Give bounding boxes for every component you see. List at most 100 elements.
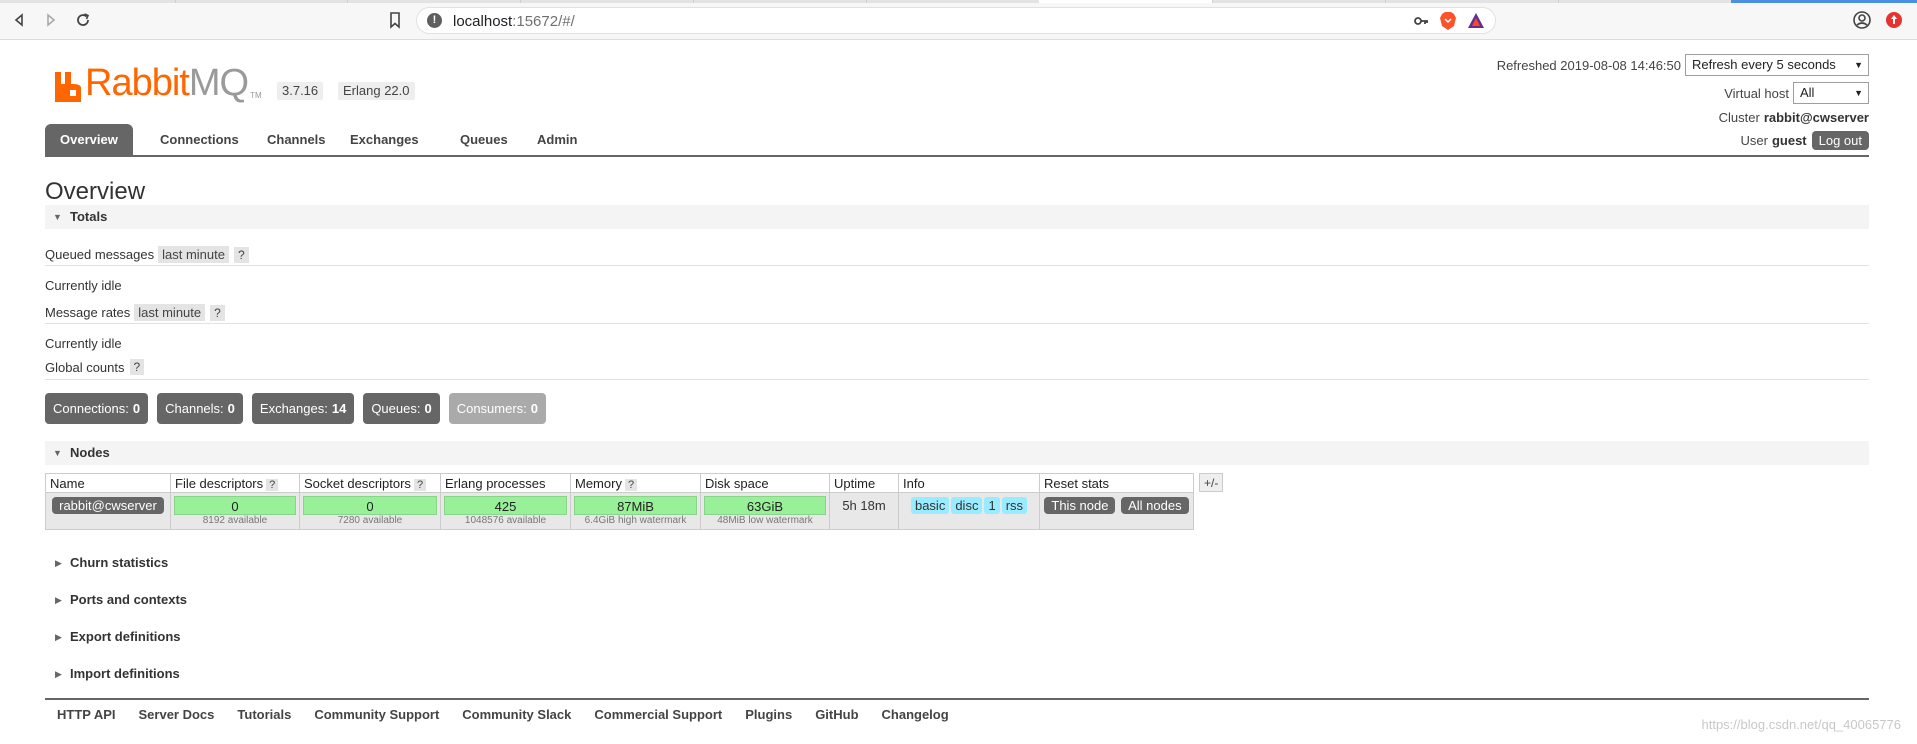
column-header-name: Name xyxy=(45,473,171,493)
main-tabs: Overview Connections Channels Exchanges … xyxy=(45,124,1869,157)
info-tag-disc[interactable]: disc xyxy=(951,497,983,514)
nodes-section-header[interactable]: ▼ Nodes xyxy=(45,441,1869,465)
refresh-interval-value: Refresh every 5 seconds xyxy=(1692,57,1836,72)
exchanges-count-button[interactable]: Exchanges: 14 xyxy=(251,393,355,424)
footer-link-plugins[interactable]: Plugins xyxy=(745,707,792,722)
reset-all-nodes-button[interactable]: All nodes xyxy=(1121,497,1189,514)
help-button[interactable]: ? xyxy=(624,478,638,491)
chevron-right-icon: ▶ xyxy=(55,669,62,679)
tab-exchanges[interactable]: Exchanges xyxy=(335,124,434,155)
column-header-erlang-processes: Erlang processes xyxy=(440,473,571,493)
help-button[interactable]: ? xyxy=(413,478,427,491)
node-name-link[interactable]: rabbit@cwserver xyxy=(52,497,164,514)
brave-icon[interactable] xyxy=(1439,11,1457,31)
section-title: Import definitions xyxy=(70,666,180,681)
exchanges-count-label: Exchanges: xyxy=(259,401,328,416)
cluster-row: Cluster rabbit@cwserver xyxy=(1719,110,1869,125)
help-button[interactable]: ? xyxy=(234,246,249,263)
profile-icon[interactable] xyxy=(1852,10,1872,30)
key-icon[interactable] xyxy=(1413,13,1429,32)
bat-icon[interactable] xyxy=(1467,12,1485,30)
chevron-down-icon: ▼ xyxy=(1854,88,1863,98)
socket-descriptors-cell: 0 7280 available xyxy=(299,492,441,530)
queued-messages-status: Currently idle xyxy=(45,278,122,293)
footer-links: HTTP API Server Docs Tutorials Community… xyxy=(57,707,972,722)
refresh-interval-select[interactable]: Refresh every 5 seconds ▼ xyxy=(1685,54,1869,76)
tab-queues[interactable]: Queues xyxy=(445,124,523,155)
footer-divider xyxy=(45,698,1869,700)
refreshed-label: Refreshed 2019-08-08 14:46:50 xyxy=(1496,57,1681,73)
tab-overview[interactable]: Overview xyxy=(45,124,133,155)
file-descriptors-cell: 0 8192 available xyxy=(170,492,300,530)
message-rates-range[interactable]: last minute xyxy=(134,304,206,321)
section-title: Export definitions xyxy=(70,629,181,644)
message-rates-label: Message rates xyxy=(45,305,131,320)
rabbitmq-logo-icon xyxy=(55,70,81,102)
info-tag-basic[interactable]: basic xyxy=(910,497,950,514)
chevron-down-icon: ▼ xyxy=(53,212,62,222)
column-header-reset-stats: Reset stats xyxy=(1039,473,1194,493)
reset-this-node-button[interactable]: This node xyxy=(1044,497,1116,514)
table-header-row: Name File descriptors? Socket descriptor… xyxy=(45,473,1194,493)
consumers-count-button[interactable]: Consumers: 0 xyxy=(448,393,547,424)
footer-link-community-slack[interactable]: Community Slack xyxy=(462,707,571,722)
import-definitions-section[interactable]: ▶ Import definitions xyxy=(45,662,180,686)
help-button[interactable]: ? xyxy=(266,478,279,491)
info-tag-rss[interactable]: rss xyxy=(1001,497,1028,514)
churn-statistics-section[interactable]: ▶ Churn statistics xyxy=(45,551,168,575)
cluster-label: Cluster xyxy=(1718,110,1760,125)
tab-connections[interactable]: Connections xyxy=(145,124,254,155)
reload-icon[interactable] xyxy=(72,9,94,31)
ports-contexts-section[interactable]: ▶ Ports and contexts xyxy=(45,588,187,612)
footer-link-github[interactable]: GitHub xyxy=(815,707,858,722)
chevron-right-icon: ▶ xyxy=(55,632,62,642)
memory-cell: 87MiB 6.4GiB high watermark xyxy=(570,492,701,530)
totals-section-header[interactable]: ▼ Totals xyxy=(45,205,1869,229)
footer-link-community-support[interactable]: Community Support xyxy=(314,707,439,722)
refresh-row: Refreshed 2019-08-08 14:46:50 Refresh ev… xyxy=(1497,54,1869,76)
footer-link-changelog[interactable]: Changelog xyxy=(882,707,949,722)
url-path: :15672/#/ xyxy=(512,13,575,30)
info-tag-count[interactable]: 1 xyxy=(984,497,1000,514)
rabbitmq-logo[interactable]: RabbitMQ TM xyxy=(55,62,262,102)
reset-stats-cell: This node All nodes xyxy=(1039,492,1194,530)
divider xyxy=(45,379,1869,380)
help-button[interactable]: ? xyxy=(129,359,145,375)
footer-link-server-docs[interactable]: Server Docs xyxy=(139,707,215,722)
logo-tm: TM xyxy=(250,91,262,100)
footer-link-tutorials[interactable]: Tutorials xyxy=(237,707,291,722)
forward-icon[interactable] xyxy=(40,9,62,31)
footer-link-http-api[interactable]: HTTP API xyxy=(57,707,116,722)
nodes-table: Name File descriptors? Socket descriptor… xyxy=(45,473,1194,530)
cluster-name: rabbit@cwserver xyxy=(1763,110,1869,125)
footer-link-commercial-support[interactable]: Commercial Support xyxy=(594,707,722,722)
channels-count-button[interactable]: Channels: 0 xyxy=(157,393,243,424)
column-header-uptime: Uptime xyxy=(829,473,899,493)
channels-count-label: Channels: xyxy=(165,401,224,416)
vhost-select[interactable]: All ▼ xyxy=(1793,82,1869,104)
url-text[interactable]: localhost:15672/#/ xyxy=(453,13,575,30)
section-title: Churn statistics xyxy=(70,555,169,570)
page-title: Overview xyxy=(45,178,146,205)
help-button[interactable]: ? xyxy=(210,304,225,321)
column-header-file-descriptors: File descriptors? xyxy=(170,473,300,493)
notification-icon[interactable] xyxy=(1884,10,1904,30)
toggle-columns-button[interactable]: +/- xyxy=(1199,473,1224,492)
back-icon[interactable] xyxy=(8,9,30,31)
bookmark-icon[interactable] xyxy=(385,10,405,30)
connections-count-value: 0 xyxy=(132,401,141,416)
info-icon[interactable]: ! xyxy=(427,13,442,28)
tab-channels[interactable]: Channels xyxy=(252,124,341,155)
export-definitions-section[interactable]: ▶ Export definitions xyxy=(45,625,181,649)
erlang-processes-cell: 425 1048576 available xyxy=(440,492,571,530)
queues-count-button[interactable]: Queues: 0 xyxy=(363,393,440,424)
chevron-right-icon: ▶ xyxy=(55,558,62,568)
tab-admin[interactable]: Admin xyxy=(522,124,592,155)
address-bar[interactable]: ! localhost:15672/#/ xyxy=(416,7,1496,34)
file-descriptors-available: 8192 available xyxy=(202,515,268,526)
queued-messages-range[interactable]: last minute xyxy=(158,246,229,263)
connections-count-button[interactable]: Connections: 0 xyxy=(45,393,149,424)
column-header-info: Info xyxy=(898,473,1040,493)
version-badge: 3.7.16 xyxy=(277,82,324,100)
column-header-disk-space: Disk space xyxy=(700,473,830,493)
